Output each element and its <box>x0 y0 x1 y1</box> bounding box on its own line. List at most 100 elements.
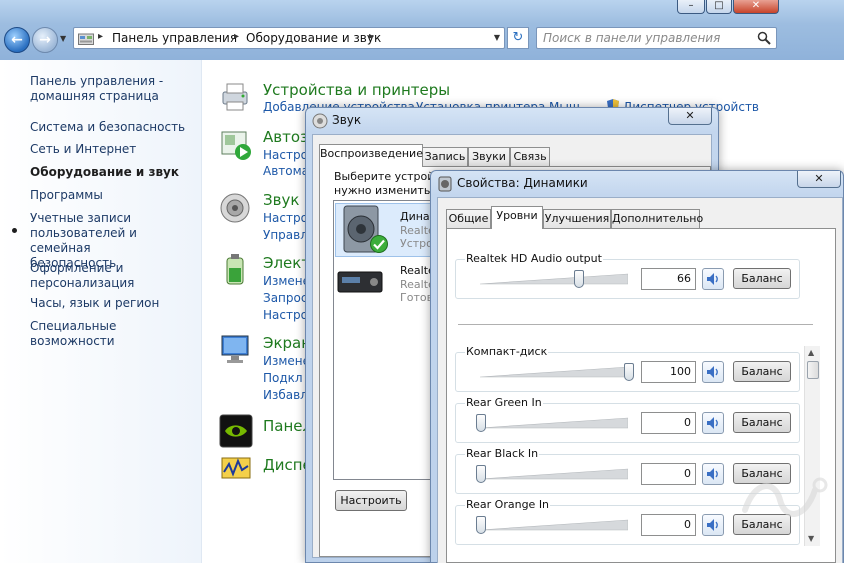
link-power-change[interactable]: Измене <box>263 274 310 288</box>
channel-title-rear-orange: Rear Orange In <box>465 498 551 511</box>
category-title-devices[interactable]: Устройства и принтеры <box>263 81 450 99</box>
sound-dialog-icon <box>312 113 328 129</box>
refresh-icon: ↻ <box>512 30 524 45</box>
channel-balance-rear-green[interactable]: Баланс <box>733 412 791 433</box>
sidebar-item-appearance[interactable]: Оформление и персонализация <box>30 261 134 291</box>
channel-thumb-cd[interactable] <box>624 363 634 381</box>
link-power-request[interactable]: Запрос <box>263 291 307 305</box>
search-input[interactable] <box>543 30 753 46</box>
channel-thumb-rear-orange[interactable] <box>476 516 486 534</box>
arrow-right-icon: → <box>39 32 51 48</box>
history-dropdown[interactable]: ▼ <box>60 34 66 43</box>
master-level-thumb[interactable] <box>573 270 584 288</box>
channel-track-rear-black[interactable] <box>480 468 628 480</box>
tab-general[interactable]: Общие <box>446 209 491 229</box>
search-icon[interactable] <box>757 31 771 45</box>
channel-mute-rear-orange[interactable] <box>702 514 724 536</box>
scroll-down-icon[interactable]: ▼ <box>808 534 814 543</box>
scrollbar-thumb[interactable] <box>807 361 819 379</box>
breadcrumb-separator[interactable]: ▸ <box>234 31 239 42</box>
digital-output-icon <box>337 271 383 293</box>
active-bullet <box>12 228 17 233</box>
sidebar-item-programs[interactable]: Программы <box>30 188 103 203</box>
channel-track-rear-green[interactable] <box>480 417 628 429</box>
channel-track-cd[interactable] <box>480 366 628 378</box>
category-title-display[interactable]: Экран <box>263 334 311 352</box>
tab-sounds[interactable]: Звуки <box>468 147 510 167</box>
search-box[interactable] <box>536 27 777 49</box>
channel-value-rear-orange[interactable]: 0 <box>641 514 696 536</box>
arrow-left-icon: ← <box>11 32 23 48</box>
sidebar-item-network[interactable]: Сеть и Интернет <box>30 142 136 157</box>
link-sound-settings[interactable]: Настро <box>263 211 308 225</box>
device-prompt-line1: Выберите устрой <box>334 170 435 183</box>
breadcrumb-control-panel[interactable]: Панель управления <box>112 31 237 45</box>
dispatcher-icon <box>221 457 251 479</box>
address-dropdown[interactable]: ▼ <box>494 33 500 42</box>
sidebar-item-home[interactable]: Панель управления - домашняя страница <box>30 74 163 104</box>
channel-mute-rear-green[interactable] <box>702 412 724 434</box>
close-button[interactable]: ✕ <box>733 0 779 14</box>
category-title-autoplay[interactable]: Автоз <box>263 128 308 146</box>
sidebar-item-hardware-sound[interactable]: Оборудование и звук <box>30 165 179 180</box>
link-autoplay-settings[interactable]: Настро <box>263 148 308 162</box>
sound-dialog-close-button[interactable]: ✕ <box>668 108 712 125</box>
link-sound-manage[interactable]: Управл <box>263 228 308 242</box>
volume-icon <box>707 468 718 480</box>
link-display-remove[interactable]: Избавл <box>263 388 308 402</box>
properties-dialog-close-button[interactable]: ✕ <box>797 171 841 188</box>
forward-button[interactable]: → <box>32 27 58 53</box>
properties-dialog-icon <box>438 176 452 192</box>
link-display-connect[interactable]: Подкл <box>263 371 303 385</box>
channel-thumb-rear-green[interactable] <box>476 414 486 432</box>
configure-button[interactable]: Настроить <box>335 490 407 511</box>
sound-dialog-title: Звук <box>332 113 362 127</box>
tab-communication[interactable]: Связь <box>510 147 550 167</box>
speaker-icon <box>220 193 250 223</box>
channel-track-rear-orange[interactable] <box>480 519 628 531</box>
address-bar[interactable]: ▸ Панель управления ▸ Оборудование и зву… <box>73 27 505 49</box>
minimize-button[interactable]: – <box>677 0 705 14</box>
tab-levels[interactable]: Уровни <box>491 206 543 229</box>
master-balance-button[interactable]: Баланс <box>733 268 791 289</box>
tab-enhancements[interactable]: Улучшения <box>543 209 611 229</box>
channel-value-rear-green[interactable]: 0 <box>641 412 696 434</box>
category-title-sound[interactable]: Звук <box>263 191 299 209</box>
device-prompt-line2: нужно изменить: <box>334 184 435 197</box>
category-title-power[interactable]: Элект <box>263 254 310 272</box>
master-level-track[interactable] <box>480 273 628 285</box>
link-display-change[interactable]: Измене <box>263 354 310 368</box>
tab-playback[interactable]: Воспроизведение <box>319 144 423 167</box>
link-power-settings[interactable]: Настро <box>263 308 308 322</box>
master-mute-button[interactable] <box>702 268 724 290</box>
sidebar: Панель управления - домашняя страница Си… <box>0 60 202 563</box>
control-panel-icon <box>78 33 94 45</box>
channel-title-rear-green: Rear Green In <box>465 396 543 409</box>
refresh-button[interactable]: ↻ <box>507 27 529 49</box>
tab-advanced[interactable]: Дополнительно <box>611 209 703 229</box>
maximize-button[interactable]: □ <box>706 0 732 14</box>
sidebar-item-clock-region[interactable]: Часы, язык и регион <box>30 296 159 311</box>
breadcrumb-separator[interactable]: ▸ <box>369 31 374 42</box>
sidebar-item-system-security[interactable]: Система и безопасность <box>30 120 185 135</box>
back-button[interactable]: ← <box>4 27 30 53</box>
channel-value-rear-black[interactable]: 0 <box>641 463 696 485</box>
channel-balance-cd[interactable]: Баланс <box>733 361 791 382</box>
device-digital-line3: Готов <box>400 291 434 304</box>
channel-mute-cd[interactable] <box>702 361 724 383</box>
sidebar-item-accessibility[interactable]: Специальные возможности <box>30 319 201 349</box>
channel-thumb-rear-black[interactable] <box>476 465 486 483</box>
scroll-up-icon[interactable]: ▲ <box>808 348 814 357</box>
master-level-value[interactable]: 66 <box>641 268 696 290</box>
breadcrumb-separator[interactable]: ▸ <box>98 31 103 42</box>
channel-value-cd[interactable]: 100 <box>641 361 696 383</box>
tab-recording[interactable]: Запись <box>422 147 468 167</box>
nvidia-icon <box>219 414 253 448</box>
link-autoplay-auto[interactable]: Автома <box>263 164 309 178</box>
channel-mute-rear-black[interactable] <box>702 463 724 485</box>
volume-icon <box>707 417 718 429</box>
printer-icon <box>222 83 248 111</box>
explorer-titlebar: – □ ✕ ← → ▼ ▸ Панель управления ▸ Оборуд… <box>0 0 844 60</box>
battery-icon <box>226 254 244 285</box>
breadcrumb-hardware-sound[interactable]: Оборудование и звук <box>246 31 381 45</box>
